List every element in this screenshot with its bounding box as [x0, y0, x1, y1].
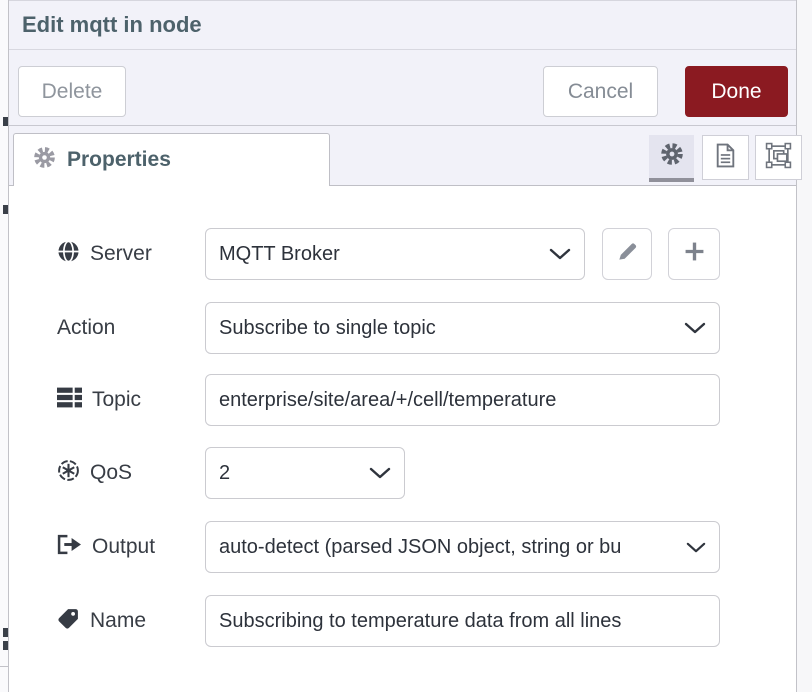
delete-button[interactable]: Delete	[18, 66, 126, 117]
tab-bar: Properties	[9, 126, 796, 186]
properties-form: Server MQTT Broker	[9, 186, 796, 692]
workspace-right-edge	[796, 0, 812, 692]
tag-icon	[57, 607, 80, 636]
gear-icon	[660, 142, 684, 171]
dialog-header: Edit mqtt in node	[9, 0, 796, 50]
globe-icon	[57, 240, 80, 269]
qos-select[interactable]: 2	[205, 447, 405, 499]
server-label: Server	[57, 228, 152, 280]
workspace-node-fragment	[3, 641, 8, 650]
action-label: Action	[57, 302, 115, 354]
dialog-toolbar: Delete Cancel Done	[9, 50, 796, 126]
chevron-down-icon	[684, 317, 706, 340]
topic-label: Topic	[57, 374, 141, 426]
appearance-icon	[765, 142, 792, 174]
edit-mqtt-in-node-dialog: Edit mqtt in node Delete Cancel Done Pro…	[0, 0, 812, 692]
plus-icon	[684, 241, 705, 267]
properties-tab-label: Properties	[67, 148, 171, 172]
workspace-node-fragment	[3, 628, 8, 637]
document-icon	[715, 143, 736, 173]
topic-input[interactable]	[205, 374, 720, 426]
sign-out-icon	[57, 534, 82, 561]
tasks-icon	[57, 387, 82, 414]
cancel-button[interactable]: Cancel	[543, 66, 658, 117]
chevron-down-icon	[549, 243, 571, 266]
add-server-button[interactable]	[668, 228, 720, 280]
workspace-left-edge	[0, 0, 9, 692]
action-select[interactable]: Subscribe to single topic	[205, 302, 720, 354]
tab-button-appearance[interactable]	[755, 135, 802, 180]
done-button[interactable]: Done	[685, 66, 788, 117]
chevron-down-icon	[369, 462, 391, 485]
workspace-node-fragment	[3, 205, 8, 214]
name-label: Name	[57, 595, 146, 647]
workspace-grid-line	[0, 666, 8, 667]
pencil-icon	[616, 240, 639, 268]
workspace-node-fragment	[3, 117, 8, 126]
edit-server-button[interactable]	[602, 228, 652, 280]
gear-icon	[33, 146, 56, 174]
tab-button-properties[interactable]	[649, 135, 694, 182]
edit-tray: Edit mqtt in node Delete Cancel Done Pro…	[9, 0, 796, 692]
tab-button-description[interactable]	[702, 135, 749, 180]
name-input[interactable]	[205, 595, 720, 647]
tab-properties[interactable]: Properties	[13, 133, 330, 186]
output-select[interactable]: auto-detect (parsed JSON object, string …	[205, 521, 720, 573]
output-label: Output	[57, 521, 155, 573]
server-select[interactable]: MQTT Broker	[205, 228, 585, 280]
dialog-title: Edit mqtt in node	[22, 12, 202, 38]
qos-label: QoS	[57, 447, 132, 499]
chevron-down-icon	[686, 536, 706, 559]
circle-asterisk-icon	[57, 459, 80, 488]
